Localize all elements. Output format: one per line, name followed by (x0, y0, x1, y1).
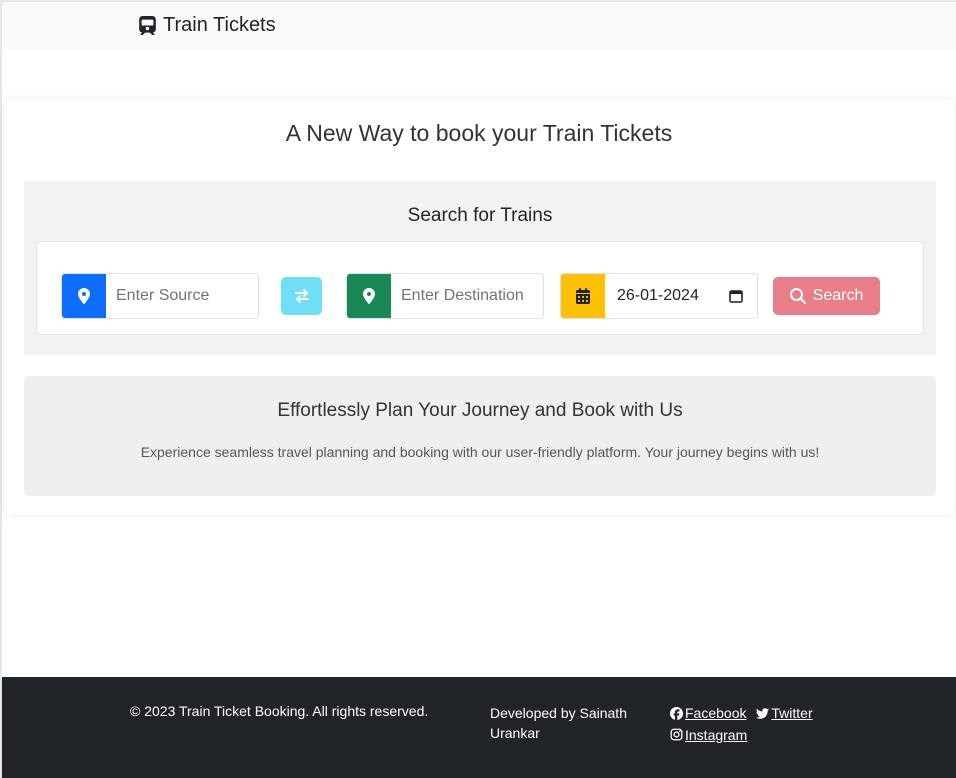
social-links: Facebook Twitter Instagram (670, 703, 840, 746)
facebook-icon (670, 706, 683, 720)
footer: © 2023 Train Ticket Booking. All rights … (2, 677, 956, 778)
search-button[interactable]: Search (773, 277, 880, 315)
search-section: Search for Trains Enter Source Enter Des… (24, 181, 936, 355)
page-title: A New Way to book your Train Tickets (285, 120, 673, 146)
source-group (61, 273, 259, 319)
info-text: Experience seamless travel planning and … (140, 444, 820, 460)
destination-group (346, 273, 544, 319)
calendar-icon (561, 274, 605, 318)
instagram-icon (670, 728, 683, 741)
twitter-icon (756, 707, 770, 719)
source-input[interactable] (106, 274, 258, 318)
search-icon (789, 288, 806, 304)
navbar: Train Tickets (2, 2, 956, 49)
twitter-label: Twitter (771, 705, 813, 721)
date-input[interactable]: 26-01-2024 (605, 274, 755, 318)
search-form: 26-01-2024 Search (36, 241, 924, 335)
destination-input[interactable] (391, 274, 543, 318)
swap-button[interactable] (281, 277, 322, 315)
facebook-label: Facebook (685, 705, 747, 721)
twitter-link[interactable]: Twitter (756, 703, 813, 723)
date-value: 26-01-2024 (617, 287, 699, 304)
train-icon (139, 16, 156, 35)
facebook-link[interactable]: Facebook (670, 703, 746, 723)
map-marker-icon (62, 274, 106, 318)
instagram-link[interactable]: Instagram (670, 725, 747, 745)
brand-link[interactable]: Train Tickets (138, 14, 276, 37)
map-marker-icon (347, 274, 391, 318)
info-box: Effortlessly Plan Your Journey and Book … (24, 376, 936, 496)
instagram-label: Instagram (685, 726, 748, 743)
copyright-text: © 2023 Train Ticket Booking. All rights … (130, 703, 429, 719)
swap-arrows-icon (294, 289, 309, 303)
search-button-label: Search (812, 287, 864, 304)
date-group: 26-01-2024 (560, 273, 758, 319)
brand-label: Train Tickets (163, 14, 276, 36)
search-title: Search for Trains (407, 205, 553, 226)
date-picker-icon[interactable] (729, 289, 743, 303)
main-card: A New Way to book your Train Tickets Sea… (4, 99, 954, 515)
developer-credit: Developed by Sainath Urankar (490, 705, 627, 741)
info-title: Effortlessly Plan Your Journey and Book … (277, 400, 683, 421)
